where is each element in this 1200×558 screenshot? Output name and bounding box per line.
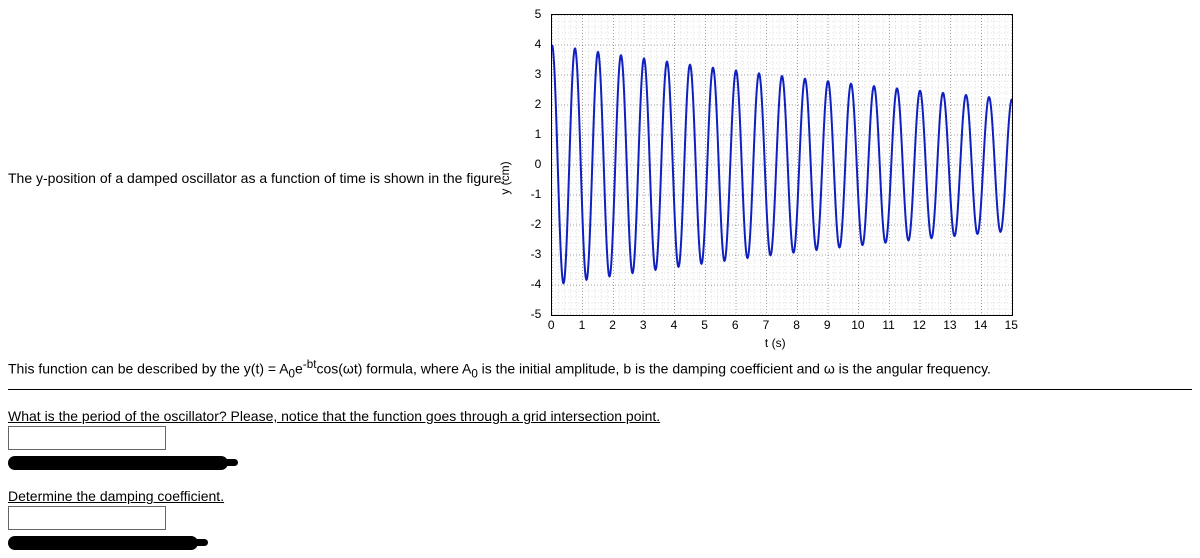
redaction xyxy=(8,456,228,470)
x-tick-label: 1 xyxy=(579,318,586,332)
x-tick-label: 0 xyxy=(548,318,555,332)
chart-svg xyxy=(552,15,1012,315)
y-tick-label: 2 xyxy=(515,97,541,111)
x-tick-label: 12 xyxy=(913,318,926,332)
y-tick-label: -1 xyxy=(515,187,541,201)
chart: y (cm) 543210-1-2-3-4-5 0123456789101112… xyxy=(515,8,1035,348)
y-tick-label: 1 xyxy=(515,127,541,141)
x-tick-label: 4 xyxy=(671,318,678,332)
plot-area xyxy=(551,14,1013,316)
x-tick-label: 11 xyxy=(882,318,894,332)
x-tick-label: 14 xyxy=(974,318,987,332)
y-tick-label: 5 xyxy=(515,7,541,21)
y-tick-label: -2 xyxy=(515,217,541,231)
x-tick-label: 13 xyxy=(943,318,956,332)
y-axis-label: y (cm) xyxy=(498,161,512,194)
intro-text: The y-position of a damped oscillator as… xyxy=(8,170,505,186)
y-ticks: 543210-1-2-3-4-5 xyxy=(515,14,547,314)
damping-input[interactable] xyxy=(8,506,166,530)
x-tick-label: 6 xyxy=(732,318,739,332)
question-damping: Determine the damping coefficient. xyxy=(8,488,224,504)
formula-description: This function can be described by the y(… xyxy=(8,356,1192,383)
period-input[interactable] xyxy=(8,426,166,450)
y-tick-label: 3 xyxy=(515,67,541,81)
x-tick-label: 9 xyxy=(824,318,831,332)
x-tick-label: 8 xyxy=(793,318,800,332)
question-period: What is the period of the oscillator? Pl… xyxy=(8,408,660,424)
y-tick-label: 0 xyxy=(515,157,541,171)
redaction xyxy=(8,536,198,550)
oscillator-curve xyxy=(552,45,1012,283)
y-tick-label: -3 xyxy=(515,247,541,261)
y-tick-label: -5 xyxy=(515,307,541,321)
x-tick-label: 3 xyxy=(640,318,647,332)
x-tick-label: 2 xyxy=(609,318,616,332)
x-tick-label: 7 xyxy=(763,318,770,332)
divider xyxy=(8,389,1192,390)
y-tick-label: 4 xyxy=(515,37,541,51)
x-axis-label: t (s) xyxy=(765,336,786,350)
y-tick-label: -4 xyxy=(515,277,541,291)
x-tick-label: 10 xyxy=(851,318,864,332)
x-tick-label: 5 xyxy=(701,318,708,332)
x-ticks: 0123456789101112131415 xyxy=(551,318,1011,336)
x-tick-label: 15 xyxy=(1005,318,1018,332)
